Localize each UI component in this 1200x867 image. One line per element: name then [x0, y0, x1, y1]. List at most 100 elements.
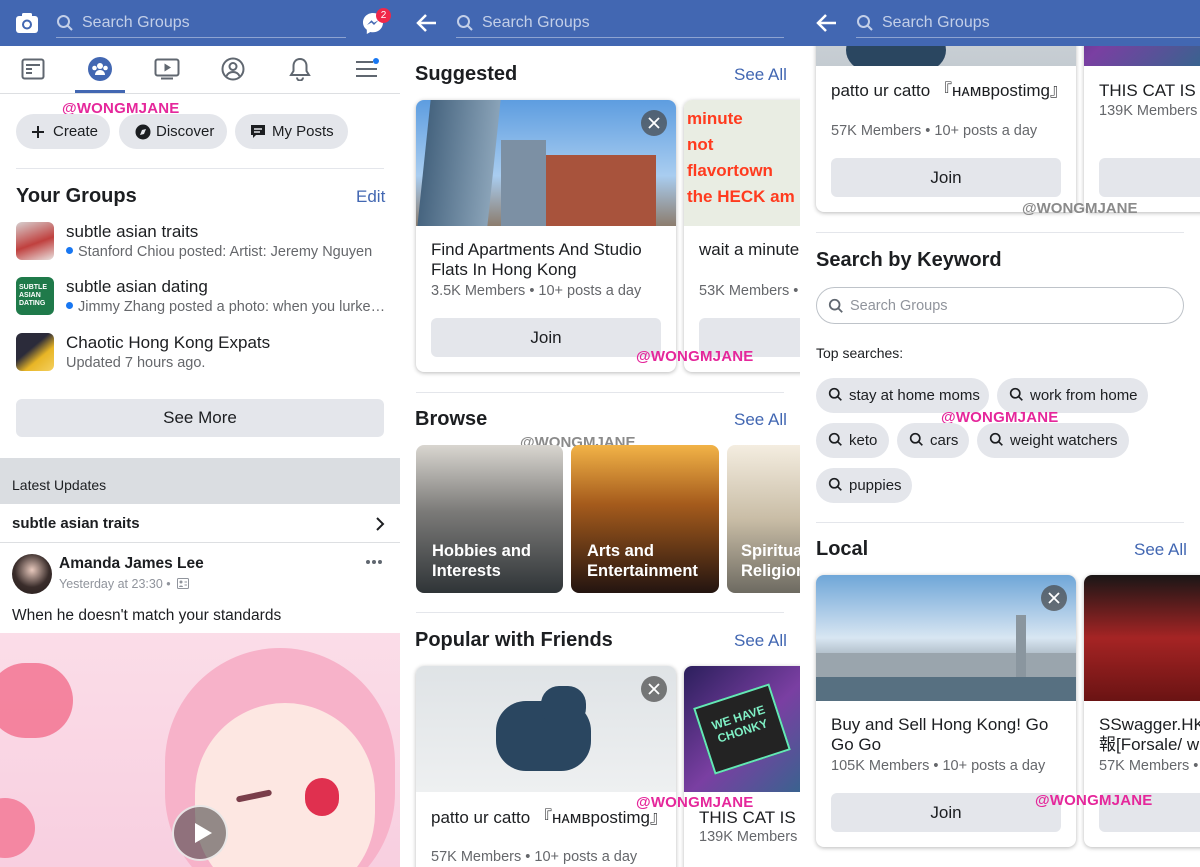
dismiss-button[interactable] [1041, 585, 1067, 611]
avatar[interactable] [12, 554, 52, 594]
group-card-title: wait a minute not flavortown wh [699, 240, 800, 259]
search-suggestion-pill[interactable]: keto [816, 423, 889, 458]
popular-see-all-link[interactable]: See All [734, 631, 787, 651]
post-author[interactable]: Amanda James Lee [59, 555, 204, 573]
search-suggestion-pill[interactable]: work from home [997, 378, 1148, 413]
search-icon [909, 432, 923, 446]
search-icon [828, 477, 842, 491]
character-eye [305, 778, 339, 816]
top-bar: Search Groups [800, 0, 1200, 46]
search-icon [828, 387, 842, 401]
top-searches-label: Top searches: [816, 345, 904, 361]
back-arrow-icon[interactable] [416, 12, 438, 34]
group-activity: Jimmy Zhang posted a photo: when you lur… [66, 299, 400, 315]
skyline-shape [816, 653, 1076, 677]
watermark: @WONGMJANE [1035, 792, 1153, 809]
group-cover-image [416, 666, 676, 792]
group-item[interactable]: subtle asian traits Stanford Chiou poste… [16, 222, 384, 272]
search-suggestion-pill[interactable]: weight watchers [977, 423, 1129, 458]
group-card[interactable]: WE HAVE CHONKY THIS CAT IS C 139K Member… [684, 666, 800, 867]
camera-icon[interactable] [15, 12, 39, 34]
search-suggestion-pill[interactable]: cars [897, 423, 969, 458]
watermark: @WONGMJANE [1022, 200, 1138, 217]
search-icon [457, 15, 473, 31]
browse-category-label: Hobbies and Interests [432, 542, 532, 580]
search-by-keyword-title: Search by Keyword [816, 249, 1002, 271]
suggested-see-all-link[interactable]: See All [734, 65, 787, 85]
create-button[interactable]: Create [16, 114, 110, 149]
join-button[interactable]: Join [831, 158, 1061, 197]
tab-profile-icon[interactable] [221, 57, 245, 81]
tab-menu-icon[interactable] [355, 58, 379, 80]
group-card[interactable]: patto ur catto 『ʜᴀᴍʙpostimg』 57K Members… [416, 666, 676, 867]
local-title: Local [816, 538, 869, 560]
dismiss-button[interactable] [641, 676, 667, 702]
group-item[interactable]: SUBTLE ASIAN DATING subtle asian dating Ji… [16, 277, 385, 327]
discover-label: Discover [156, 123, 215, 140]
my-posts-button[interactable]: My Posts [235, 114, 348, 149]
back-arrow-icon[interactable] [816, 12, 838, 34]
search-icon [1009, 387, 1023, 401]
unread-dot [66, 247, 73, 254]
group-card[interactable]: Find Apartments And Studio Flats In Hong… [416, 100, 676, 372]
local-see-all-link[interactable]: See All [1134, 540, 1187, 560]
brick-building-shape [546, 155, 656, 226]
see-more-button[interactable]: See More [16, 399, 384, 437]
tab-watch-icon[interactable] [154, 58, 180, 80]
search-input[interactable]: Search Groups [56, 8, 346, 38]
your-groups-title: Your Groups [16, 185, 137, 207]
latest-group-name: subtle asian traits [12, 515, 140, 532]
discover-scrolled-panel: patto ur catto 『ʜᴀᴍʙpostimg』 57K Members… [800, 0, 1200, 867]
group-name: Chaotic Hong Kong Expats [66, 333, 271, 352]
tab-groups-icon[interactable] [87, 56, 113, 82]
browse-category-tile[interactable]: Hobbies and Interests [416, 445, 563, 593]
search-suggestion-pill[interactable]: puppies [816, 468, 912, 503]
group-item[interactable]: Chaotic Hong Kong Expats Updated 7 hours… [16, 333, 384, 383]
browse-category-tile[interactable]: Spiritua Religion [727, 445, 800, 593]
edit-groups-link[interactable]: Edit [356, 187, 385, 207]
skyscraper-shape [417, 100, 501, 226]
group-activity: Updated 7 hours ago. [66, 355, 206, 371]
group-card-title: THIS CAT IS C [699, 808, 800, 827]
play-icon [195, 823, 212, 843]
suggested-title: Suggested [415, 63, 518, 85]
tab-news-feed-icon[interactable] [21, 58, 45, 80]
group-cover-image [416, 100, 676, 226]
search-suggestion-label: stay at home moms [849, 387, 980, 404]
browse-category-tile[interactable]: Arts and Entertainment [571, 445, 719, 593]
group-card-title: SSwagger.HK 報[Forsale/ w [1099, 715, 1200, 754]
tab-notifications-icon[interactable] [289, 57, 311, 81]
search-placeholder: Search Groups [482, 14, 590, 31]
divider [16, 168, 384, 169]
keyword-search-input[interactable]: Search Groups [816, 287, 1184, 324]
divider [816, 522, 1184, 523]
group-card[interactable]: minute not flavortown the HECK am i? wai… [684, 100, 800, 372]
browse-see-all-link[interactable]: See All [734, 410, 787, 430]
latest-group-row[interactable]: subtle asian traits [0, 504, 400, 543]
play-button[interactable] [172, 805, 228, 861]
join-button[interactable]: Join [831, 793, 1061, 832]
group-name: subtle asian traits [66, 222, 199, 241]
thumbnail-art: SUBTLE ASIAN DATING [19, 284, 47, 307]
cover-text: minute not flavortown the HECK am i? [687, 109, 800, 206]
messenger-badge: 2 [376, 8, 391, 23]
discover-button[interactable]: Discover [119, 114, 227, 149]
group-card-meta: 53K Members • [699, 283, 799, 299]
search-suggestion-label: keto [849, 432, 878, 449]
group-card-meta: 139K Members [1099, 103, 1198, 119]
group-name: subtle asian dating [66, 277, 208, 296]
search-icon [57, 15, 73, 31]
search-input[interactable]: Search Groups [856, 8, 1200, 38]
post-text: When he doesn't match your standards [12, 607, 282, 624]
keyword-search-placeholder: Search Groups [850, 298, 948, 314]
search-suggestion-pill[interactable]: stay at home moms [816, 378, 989, 413]
group-card-title: THIS CAT IS C [1099, 81, 1200, 100]
heart-shape [0, 798, 35, 858]
search-input[interactable]: Search Groups [456, 8, 784, 38]
more-options-icon[interactable] [365, 559, 383, 565]
join-button[interactable]: J [1099, 158, 1200, 197]
join-button[interactable]: Join [431, 318, 661, 357]
dismiss-button[interactable] [641, 110, 667, 136]
post-video[interactable] [0, 633, 400, 867]
browse-category-label: Arts and Entertainment [587, 542, 698, 580]
